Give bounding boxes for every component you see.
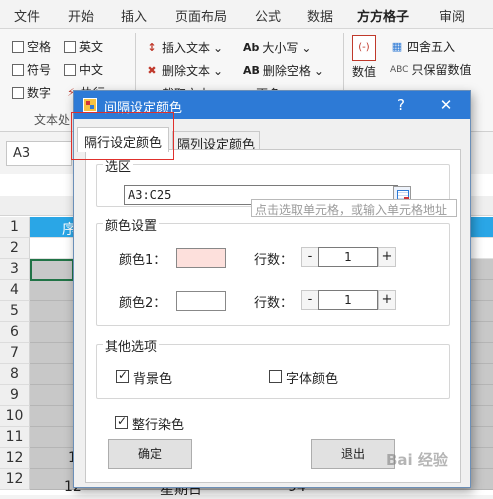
tab-column-color[interactable]: 隔列设定颜色 xyxy=(172,131,261,153)
check-symbol-label: 符号 xyxy=(27,63,52,77)
row-header[interactable]: 11 xyxy=(0,427,30,448)
keep-value-label: 只保留数值 xyxy=(411,63,472,77)
tab-page-layout[interactable]: 页面布局 xyxy=(175,6,227,25)
case-label: 大小写 xyxy=(262,41,299,55)
chevron-down-icon: ⌄ xyxy=(313,63,324,78)
delete-space-icon: AB xyxy=(243,64,260,77)
checkbox-icon xyxy=(64,40,76,53)
row-header[interactable]: 12 xyxy=(0,448,30,469)
numeric-label: 数值 xyxy=(352,65,377,79)
row-header[interactable]: 9 xyxy=(0,385,30,406)
check-space-label: 空格 xyxy=(27,40,52,54)
group-label-text: 文本处 xyxy=(34,113,71,127)
ribbon-tab-bar: 文件 开始 插入 页面布局 公式 数据 方方格子 审阅 xyxy=(0,0,493,31)
color1-swatch[interactable] xyxy=(176,248,226,268)
exit-button[interactable]: 退出 xyxy=(311,439,395,469)
chevron-down-icon: ⌄ xyxy=(301,40,312,55)
keep-value-button[interactable]: ABC 只保留数值 xyxy=(390,61,471,78)
row-header[interactable]: 4 xyxy=(0,280,30,301)
color2-label: 颜色2： xyxy=(119,296,167,311)
tab-home[interactable]: 开始 xyxy=(68,6,94,25)
app-icon xyxy=(83,98,97,112)
check-symbol[interactable]: 符号 xyxy=(12,61,51,78)
row-header[interactable]: 8 xyxy=(0,364,30,385)
tab-highlight-box xyxy=(71,112,174,160)
check-english[interactable]: 英文 xyxy=(64,38,103,55)
row-header[interactable]: 10 xyxy=(0,406,30,427)
rows2-input[interactable]: 1 xyxy=(318,290,378,310)
rows1-decrement-button[interactable]: - xyxy=(301,247,319,267)
round-icon: ▦ xyxy=(391,39,403,53)
tab-insert[interactable]: 插入 xyxy=(121,6,147,25)
delete-text-label: 删除文本 xyxy=(162,64,211,78)
checkbox-icon xyxy=(64,63,76,76)
delete-space-label: 删除空格 xyxy=(262,64,311,78)
delete-space-button[interactable]: AB 删除空格 ⌄ xyxy=(243,62,324,79)
background-color-label: 背景色 xyxy=(133,372,173,387)
check-number[interactable]: 数字 xyxy=(12,84,51,101)
checkbox-icon xyxy=(12,86,24,99)
round-label: 四舍五入 xyxy=(407,40,456,54)
ok-button[interactable]: 确定 xyxy=(108,439,192,469)
chevron-down-icon: ⌄ xyxy=(213,40,224,55)
check-space[interactable]: 空格 xyxy=(12,38,51,55)
rows2-label: 行数： xyxy=(254,296,294,311)
color1-label: 颜色1： xyxy=(119,253,167,268)
row-header[interactable]: 1 xyxy=(0,217,30,238)
check-number-label: 数字 xyxy=(27,86,52,100)
insert-text-icon: ↕ xyxy=(147,40,157,54)
name-box[interactable]: A3 xyxy=(6,141,72,166)
numeric-button[interactable]: (-) 数值 xyxy=(352,35,376,80)
other-options-title: 其他选项 xyxy=(103,336,160,355)
other-options-group: 其他选项 背景色 字体颜色 xyxy=(96,336,450,399)
rows1-input[interactable]: 1 xyxy=(318,247,378,267)
checkbox-icon xyxy=(12,40,24,53)
help-button[interactable]: ? xyxy=(390,94,412,116)
insert-text-button[interactable]: ↕ 插入文本 ⌄ xyxy=(145,39,223,56)
row-header[interactable]: 12 xyxy=(0,469,30,490)
rows1-label: 行数： xyxy=(254,253,294,268)
tab-file[interactable]: 文件 xyxy=(14,6,40,25)
row-header[interactable]: 7 xyxy=(0,343,30,364)
background-color-checkbox[interactable] xyxy=(116,368,129,383)
font-color-label: 字体颜色 xyxy=(286,372,339,387)
color-settings-group: 颜色设置 颜色1： 行数： - 1 + 颜色2： 行数： - 1 + xyxy=(96,215,450,326)
range-tooltip: 点击选取单元格，或输入单元格地址 xyxy=(251,199,457,217)
color-settings-title: 颜色设置 xyxy=(103,215,160,234)
watermark: Bai 经验 xyxy=(386,451,448,469)
check-chinese[interactable]: 中文 xyxy=(64,61,103,78)
whole-row-label: 整行染色 xyxy=(132,418,185,433)
whole-row-checkbox[interactable] xyxy=(115,414,128,429)
rows2-decrement-button[interactable]: - xyxy=(301,290,319,310)
check-chinese-label: 中文 xyxy=(79,63,104,77)
row-header[interactable]: 2 xyxy=(0,238,30,259)
check-english-label: 英文 xyxy=(79,40,104,54)
row-header[interactable]: 5 xyxy=(0,301,30,322)
row-header[interactable]: 3 xyxy=(0,259,30,280)
insert-text-label: 插入文本 xyxy=(162,41,211,55)
tab-review[interactable]: 审阅 xyxy=(439,6,465,25)
close-button[interactable]: ✕ xyxy=(435,94,457,116)
keep-value-icon: ABC xyxy=(390,64,409,75)
font-color-checkbox[interactable] xyxy=(269,370,282,383)
delete-text-button[interactable]: ✖ 删除文本 ⌄ xyxy=(145,62,223,79)
case-button[interactable]: Ab 大小写 ⌄ xyxy=(243,39,311,56)
checkbox-icon xyxy=(12,63,24,76)
tab-fangfang[interactable]: 方方格子 xyxy=(357,6,410,31)
tab-data[interactable]: 数据 xyxy=(307,6,333,25)
numeric-icon: (-) xyxy=(352,35,376,61)
tab-formulas[interactable]: 公式 xyxy=(255,6,281,25)
rows1-increment-button[interactable]: + xyxy=(378,247,396,267)
delete-text-icon: ✖ xyxy=(147,63,157,77)
round-button[interactable]: ▦ 四舍五入 xyxy=(390,38,455,55)
chevron-down-icon: ⌄ xyxy=(213,63,224,78)
row-header[interactable]: 6 xyxy=(0,322,30,343)
case-icon: Ab xyxy=(243,41,260,54)
color2-swatch[interactable] xyxy=(176,291,226,311)
rows2-increment-button[interactable]: + xyxy=(378,290,396,310)
active-cell-border xyxy=(30,259,74,281)
